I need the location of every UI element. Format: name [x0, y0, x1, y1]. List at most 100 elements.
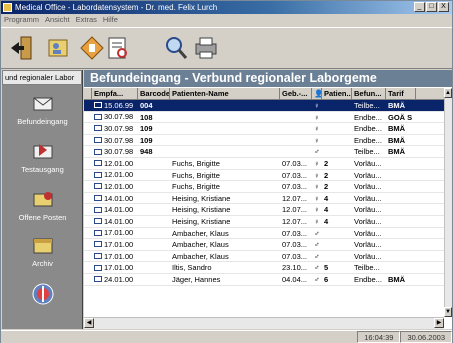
cell-patienten: 2: [324, 158, 329, 168]
envelope-icon: [94, 276, 102, 283]
table-row[interactable]: 17.01.00 Iltis, Sandro 23.10... ♂ 5 Teilbe...: [84, 262, 444, 274]
exit-button[interactable]: [9, 34, 35, 62]
cell-befund: Endbe...: [354, 274, 382, 284]
sidebar-item-befundeingang[interactable]: Befundeingang: [2, 92, 82, 126]
col-tarif[interactable]: Tarif: [386, 88, 416, 99]
table-row[interactable]: 12.01.00 Fuchs, Brigitte 07.03... ♀ 2 Vorläu.…: [84, 181, 444, 193]
menu-ansicht[interactable]: Ansicht: [45, 14, 70, 26]
table-row[interactable]: 24.01.00 Jäger, Hannes 04.04... ♂ 6 Endbe... B…: [84, 274, 444, 286]
lab-request-button[interactable]: [79, 34, 105, 62]
toolbar: [1, 27, 452, 69]
cell-tarif: [386, 239, 416, 250]
table-row[interactable]: 30.07.98 109 ♀ Endbe... BMÄ: [84, 123, 444, 135]
cell-befund: Endbe...: [354, 124, 382, 134]
scroll-down-button[interactable]: ▼: [444, 307, 452, 317]
table-row[interactable]: 17.01.00 Ambacher, Klaus 07.03... ♂ Vorläu..…: [84, 239, 444, 251]
status-date: 30.06.2003: [400, 331, 452, 343]
open-items-icon: [33, 192, 52, 207]
cell-barcode: [138, 274, 170, 285]
cell-tarif: BMÄ: [388, 147, 406, 157]
search-button[interactable]: [163, 34, 189, 62]
cell-tarif: [386, 251, 416, 262]
cell-barcode: [138, 251, 170, 262]
scroll-right-button[interactable]: ▶: [434, 318, 444, 328]
cell-patienten: 4: [324, 216, 329, 226]
envelope-icon: [94, 148, 102, 155]
vertical-scrollbar[interactable]: ▲ ▼: [444, 88, 452, 317]
cell-befund: Vorläu...: [354, 216, 382, 226]
minimize-button[interactable]: _: [414, 2, 425, 12]
app-icon: [3, 3, 12, 12]
table-row[interactable]: 30.07.98 108 ♀ Endbe... GOÄ S: [84, 112, 444, 124]
print-button[interactable]: [193, 34, 219, 62]
cell-patienten: [322, 135, 352, 146]
horizontal-scrollbar[interactable]: ◀ ▶: [84, 317, 444, 329]
col-patient-name[interactable]: Patienten-Name: [170, 88, 280, 99]
maximize-button[interactable]: □: [426, 2, 437, 12]
report-button[interactable]: [105, 34, 131, 62]
cell-tarif: BMÄ: [388, 101, 406, 110]
close-button[interactable]: X: [438, 2, 449, 12]
table-row[interactable]: 12.01.00 Fuchs, Brigitte 07.03... ♀ 2 Vorläu.…: [84, 170, 444, 182]
sidebar-item-archiv[interactable]: Archiv: [2, 234, 82, 268]
cell-patienten: [322, 251, 352, 262]
cell-date: 12.01.00: [104, 170, 134, 180]
table-row[interactable]: 12.01.00 Fuchs, Brigitte 07.03... ♀ 2 Vorläu.…: [84, 158, 444, 170]
window-title: Medical Office - Labordatensystem - Dr. …: [15, 3, 218, 12]
cell-gender: ♂: [314, 228, 320, 238]
scroll-up-button[interactable]: ▲: [444, 88, 452, 98]
cell-dob: 07.03...: [282, 240, 308, 250]
cell-gender: ♂: [314, 240, 320, 250]
cell-empfang: 12.01.00: [92, 170, 138, 181]
menu-extras[interactable]: Extras: [76, 14, 97, 26]
col-check[interactable]: [84, 88, 92, 99]
sidebar-item-label: Offene Posten: [18, 213, 67, 222]
scroll-left-button[interactable]: ◀: [84, 318, 94, 328]
table-row[interactable]: 14.01.00 Heising, Kristiane 12.07... ♀ 4 Vorl…: [84, 204, 444, 216]
cell-date: 30.07.98: [104, 123, 134, 133]
col-gender[interactable]: 👤: [312, 88, 322, 99]
row-marker: [84, 135, 92, 146]
cell-dob: 07.03...: [282, 182, 308, 192]
sidebar: und regionaler Labor Befundeingang Testa…: [2, 70, 83, 329]
table-row[interactable]: 14.01.00 Heising, Kristiane 12.07... ♀ 4 Vorl…: [84, 216, 444, 228]
cell-date: 14.01.00: [104, 216, 134, 226]
cell-tarif: [386, 181, 416, 192]
patient-button[interactable]: [45, 34, 71, 62]
cell-dob: [280, 112, 312, 123]
cell-date: 17.01.00: [104, 228, 134, 238]
table-row[interactable]: 30.07.98 948 ♂ Teilbe... BMÄ: [84, 146, 444, 158]
cell-empfang: 30.07.98: [92, 112, 138, 123]
cell-patient-name: Iltis, Sandro: [172, 263, 212, 273]
cell-befund: Teilbe...: [354, 101, 380, 110]
col-befund[interactable]: Befun...: [352, 88, 386, 99]
sidebar-item-offene-posten[interactable]: Offene Posten: [2, 188, 82, 222]
col-barcode[interactable]: Barcode: [138, 88, 170, 99]
table-row[interactable]: 17.01.00 Ambacher, Klaus 07.03... ♂ Vorläu..…: [84, 251, 444, 263]
results-table: Empfa... Barcode Patienten-Name Geb.-...…: [84, 88, 444, 286]
cell-empfang: 14.01.00: [92, 204, 138, 215]
sidebar-tab[interactable]: und regionaler Labor: [2, 70, 82, 85]
magnifier-icon: [166, 37, 188, 59]
table-row[interactable]: 15.06.99 004 ♀ Teilbe... BMÄ: [84, 100, 444, 112]
menu-hilfe[interactable]: Hilfe: [103, 14, 118, 26]
col-patienten[interactable]: Patien...: [322, 88, 352, 99]
cell-patienten: 2: [324, 170, 329, 180]
cell-dob: 04.04...: [282, 274, 308, 284]
cell-empfang: 12.01.00: [92, 181, 138, 192]
menu-programm[interactable]: Programm: [4, 14, 39, 26]
cell-patient-name: [170, 146, 280, 157]
table-row[interactable]: 17.01.00 Ambacher, Klaus 07.03... ♂ Vorläu..…: [84, 228, 444, 240]
person-icon: 👤: [314, 89, 321, 98]
cell-barcode: [138, 158, 170, 169]
table-row[interactable]: 14.01.00 Heising, Kristiane 12.07... ♀ 4 Vorl…: [84, 193, 444, 205]
col-geburtsdatum[interactable]: Geb.-...: [280, 88, 312, 99]
sidebar-item-testausgang[interactable]: Testausgang: [2, 140, 82, 174]
envelope-icon: [94, 137, 102, 144]
table-row[interactable]: 30.07.98 109 ♀ Endbe... BMÄ: [84, 135, 444, 147]
archive-icon: [33, 238, 52, 254]
envelope-icon: [94, 183, 102, 190]
col-empfang[interactable]: Empfa...: [92, 88, 138, 99]
cell-empfang: 17.01.00: [92, 262, 138, 273]
cell-empfang: 14.01.00: [92, 216, 138, 227]
